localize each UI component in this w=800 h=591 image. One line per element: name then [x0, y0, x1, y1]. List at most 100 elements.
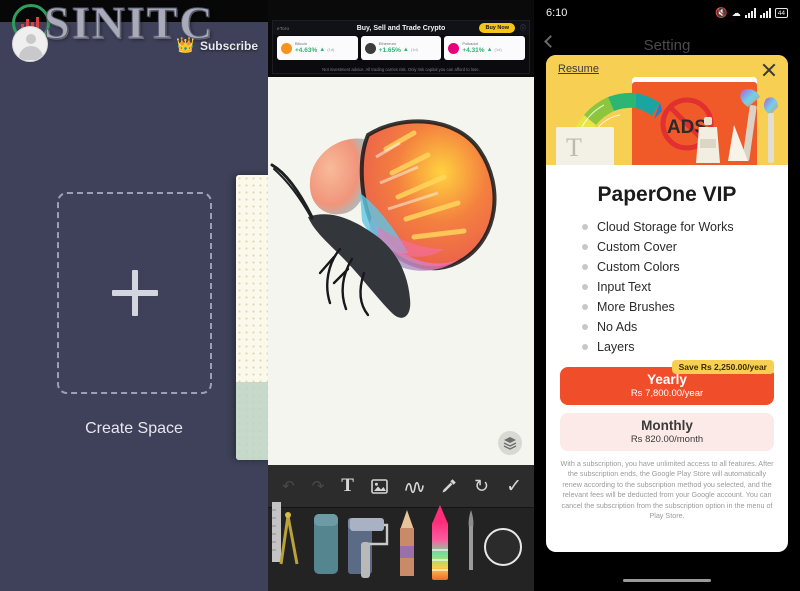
text-glyph-icon: T: [566, 133, 582, 162]
ruler-compass-tool[interactable]: [272, 502, 306, 579]
image-tool-icon[interactable]: [371, 478, 388, 494]
list-item: Custom Colors: [546, 257, 788, 277]
subscription-fine-print: With a subscription, you have unlimited …: [560, 459, 774, 521]
text-tool-icon[interactable]: T: [341, 475, 354, 497]
list-item: No Ads: [546, 317, 788, 337]
crypto-ad-banner[interactable]: eToro Buy, Sell and Trade Crypto Buy Now…: [272, 20, 530, 74]
bullet-icon: [582, 264, 588, 270]
color-picker-ring[interactable]: [484, 528, 522, 566]
pencil-tool[interactable]: [396, 508, 418, 583]
redo-tool-icon[interactable]: ↻: [474, 476, 489, 497]
subscribe-button[interactable]: 👑 Subscribe: [176, 38, 258, 53]
panel-canvas: eToro Buy, Sell and Trade Crypto Buy Now…: [268, 0, 534, 591]
plan-price: Rs 7,800.00/year: [630, 388, 704, 399]
plan-name: Yearly: [647, 372, 687, 387]
ad-disclaimer: Not investment advice. All trading carri…: [322, 67, 480, 72]
layers-icon: [503, 437, 517, 450]
signal-bars-icon: [759, 8, 771, 18]
ad-header: eToro Buy, Sell and Trade Crypto Buy Now…: [273, 21, 529, 35]
coin-card[interactable]: Bitcoin +4.63% ▲ (1d): [277, 36, 358, 60]
redo-left-icon[interactable]: ↷: [312, 477, 325, 495]
list-item: Input Text: [546, 277, 788, 297]
coin-up-arrow-icon: ▲: [319, 46, 326, 53]
plan-monthly-button[interactable]: Monthly Rs 820.00/month: [560, 413, 774, 451]
bullet-icon: [582, 344, 588, 350]
panel-space-list: SINITC 👑 Subscribe Create Space: [0, 0, 268, 591]
smudge-tool-icon[interactable]: [405, 479, 424, 494]
coin-volume: (1d): [327, 47, 335, 52]
bullet-icon: [582, 224, 588, 230]
bullet-icon: [582, 244, 588, 250]
buy-now-button[interactable]: Buy Now: [479, 23, 515, 33]
coin-card[interactable]: Polkadot +4.31% ▲ (1d): [444, 36, 526, 60]
notebook-card-peek[interactable]: [236, 175, 268, 460]
save-badge: Save Rs 2,250.00/year: [671, 360, 774, 374]
screenshot-root: SINITC 👑 Subscribe Create Space eToro Bu…: [0, 0, 800, 591]
watercolor-butterfly-drawing: [270, 119, 497, 318]
feature-label: Custom Cover: [597, 240, 677, 254]
coin-volume: (1d): [494, 47, 502, 52]
mute-icon: 🔇: [715, 7, 728, 19]
feature-label: No Ads: [597, 320, 638, 334]
ad-info-icon[interactable]: ⓘ: [520, 23, 526, 32]
create-space-button[interactable]: [57, 192, 212, 394]
battery-indicator: 44: [774, 8, 788, 18]
coin-up-arrow-icon: ▲: [402, 46, 409, 53]
resume-link[interactable]: Resume: [558, 63, 599, 75]
paintbrush-icon: [728, 89, 778, 163]
coin-change: +1.65%: [378, 46, 401, 54]
eraser-tool[interactable]: [311, 512, 341, 581]
plan-name: Monthly: [641, 418, 693, 433]
canvas-toolbar: ↶ ↷ T ↻ ✓: [268, 465, 534, 507]
list-item: Custom Cover: [546, 237, 788, 257]
bullet-icon: [582, 304, 588, 310]
status-time: 6:10: [546, 7, 568, 19]
spray-bottle-icon: [696, 117, 720, 163]
vip-title: PaperOne VIP: [597, 183, 737, 206]
avatar: [12, 26, 48, 62]
bullet-icon: [582, 284, 588, 290]
panel-vip-dialog: 6:10 🔇 ☁ 44 Setting Resume T ADS PaperOn…: [534, 0, 800, 591]
wifi-icon: ☁: [731, 7, 741, 18]
coin-up-arrow-icon: ▲: [486, 46, 493, 53]
drawing-canvas[interactable]: [268, 77, 534, 465]
confirm-tool-icon[interactable]: ✓: [506, 475, 522, 498]
list-item: Cloud Storage for Works: [546, 217, 788, 237]
vip-feature-list: Cloud Storage for Works Custom Cover Cus…: [546, 217, 788, 357]
fine-brush-tool[interactable]: [464, 510, 478, 577]
plan-list: Save Rs 2,250.00/year Yearly Rs 7,800.00…: [560, 360, 774, 451]
eyedropper-tool-icon[interactable]: [441, 478, 457, 494]
vip-subscription-dialog: Resume T ADS PaperOne VIP Cloud Storage …: [546, 55, 788, 552]
page-title: Setting: [643, 36, 691, 54]
crayon-tool-selected[interactable]: [427, 504, 453, 587]
feature-label: More Brushes: [597, 300, 675, 314]
feature-label: Custom Colors: [597, 260, 680, 274]
vip-banner: Resume T ADS: [546, 55, 788, 165]
status-bar: 6:10 🔇 ☁ 44: [534, 0, 800, 26]
paint-roller-tool[interactable]: [344, 514, 390, 585]
crown-icon: 👑: [176, 37, 195, 54]
create-space-label: Create Space: [85, 420, 183, 437]
feature-label: Input Text: [597, 280, 651, 294]
list-item: More Brushes: [546, 297, 788, 317]
signal-bars-icon: [744, 8, 756, 18]
ad-coin-list: Bitcoin +4.63% ▲ (1d) Ethereum +1.65% ▲ …: [273, 36, 529, 60]
coin-change: +4.31%: [462, 46, 485, 54]
bullet-icon: [582, 324, 588, 330]
subscribe-label: Subscribe: [199, 38, 258, 53]
feature-label: Cloud Storage for Works: [597, 220, 734, 234]
list-item: Layers: [546, 337, 788, 357]
undo-icon[interactable]: ↶: [282, 477, 295, 495]
home-indicator[interactable]: [623, 578, 711, 582]
layers-button[interactable]: [498, 431, 522, 455]
plus-icon-vertical: [131, 270, 138, 316]
close-icon[interactable]: [760, 61, 778, 79]
back-chevron-icon[interactable]: [544, 35, 557, 48]
coin-card[interactable]: Ethereum +1.65% ▲ (1d): [360, 36, 442, 60]
coin-change: +4.63%: [295, 46, 318, 54]
text-paper-icon: [556, 127, 614, 165]
plan-price: Rs 820.00/month: [630, 434, 704, 445]
feature-label: Layers: [597, 340, 635, 354]
brush-tray: [268, 502, 534, 591]
coin-volume: (1d): [410, 47, 418, 52]
